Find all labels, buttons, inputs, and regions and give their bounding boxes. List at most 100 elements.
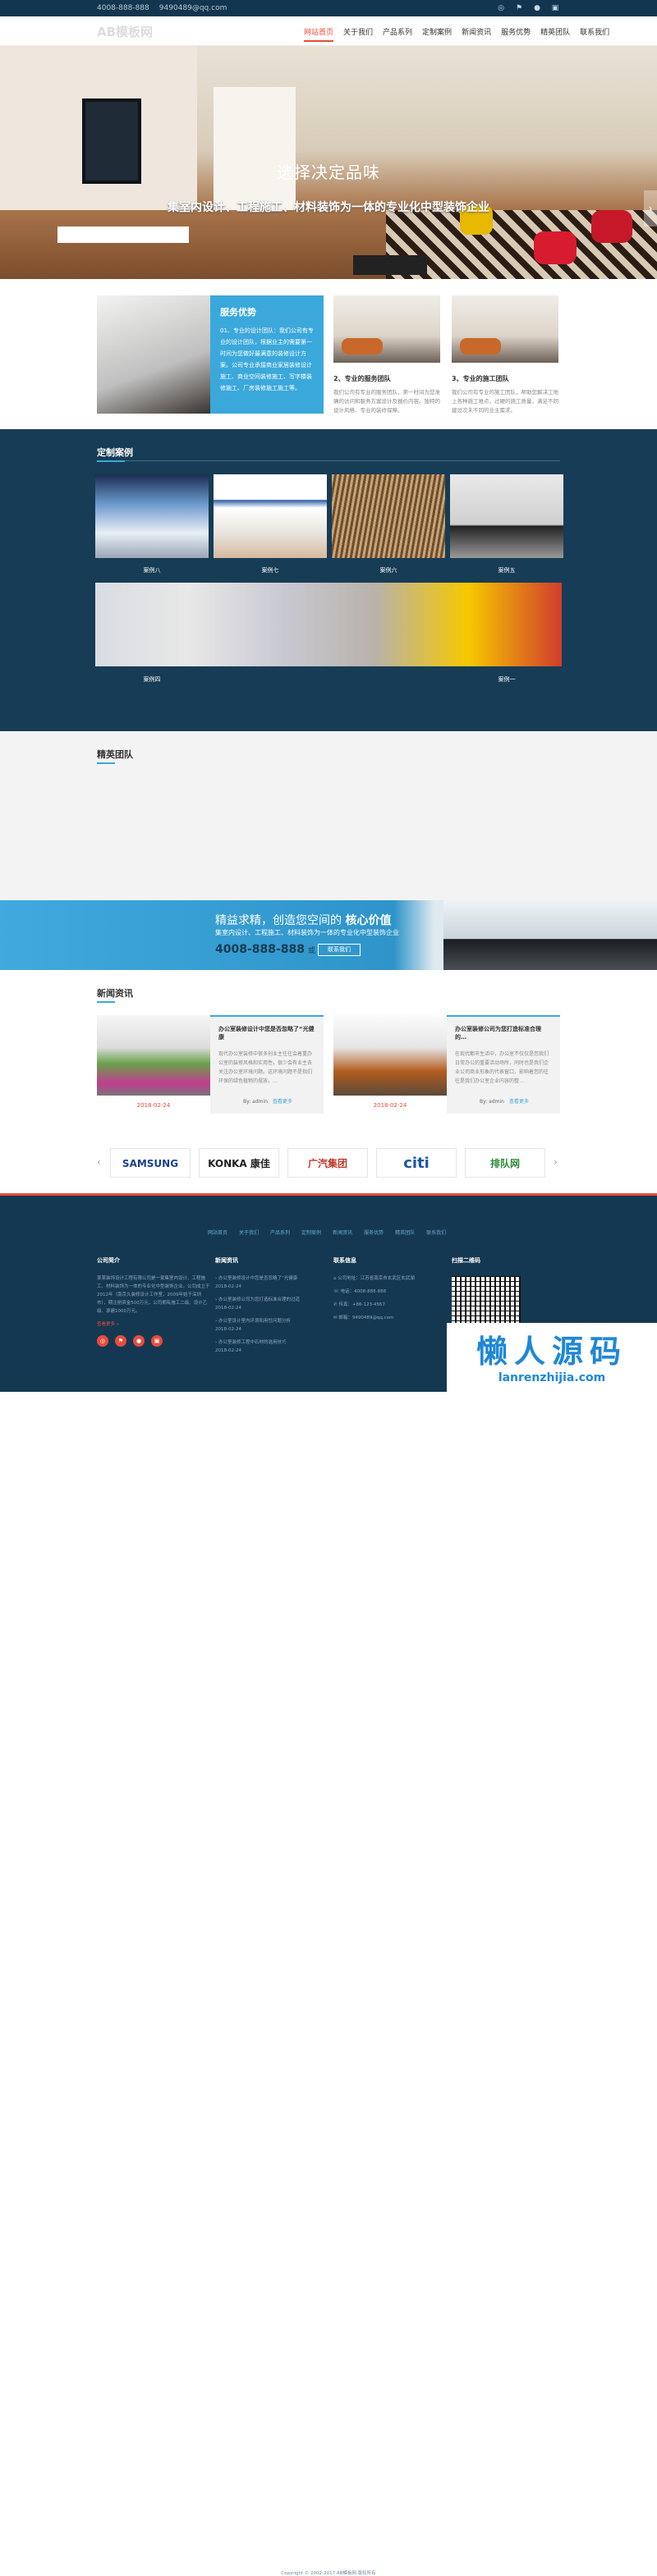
next-arrow-icon[interactable]: › [554, 1156, 558, 1168]
service-image [333, 295, 440, 363]
news-item[interactable]: 2018-02-24 办公室装修公司为您打造标准合理的… 在现代都市生活中，办公… [333, 1015, 560, 1114]
footer-link[interactable]: 定制案例 [301, 1229, 321, 1236]
service-title: 2、专业的服务团队 [333, 375, 391, 382]
service-image [452, 295, 558, 363]
cart-icon[interactable]: ▣ [151, 1335, 163, 1347]
banner-room-image [443, 900, 657, 970]
news-item[interactable]: 2018-02-24 办公室装修设计中您是否忽略了“光健康 现代办公室装修中很多… [97, 1015, 324, 1114]
footer-link[interactable]: 联系我们 [426, 1229, 446, 1236]
case-item[interactable]: 案例八 [95, 474, 209, 574]
read-more-link[interactable]: 查看更多 [273, 1099, 292, 1105]
partner-logo-gac[interactable]: 广汽集团 [287, 1148, 368, 1178]
case-image [95, 583, 562, 666]
footer-link[interactable]: 精英团队 [395, 1229, 415, 1236]
phone-text: ☏ 电话：4008-888-888 [333, 1289, 387, 1294]
nav-service[interactable]: 服务优势 [501, 26, 531, 42]
case-label: 案例六 [379, 567, 397, 574]
news-underline [97, 1001, 115, 1003]
case-label: 案例七 [261, 567, 279, 574]
search-icon[interactable]: ⌕ [549, 26, 554, 39]
contact-button[interactable]: 联系我们 [318, 944, 361, 956]
advantage-text: 01、专业的设计团队：我们公司有专业的设计团队，根据业主的需要第一时间为您做好最… [220, 327, 314, 391]
footer-link[interactable]: 产品系列 [270, 1229, 290, 1236]
footer-qr: 扫描二维码 [452, 1257, 480, 1264]
flag-icon[interactable]: ⚑ [514, 3, 524, 13]
cases-title: 定制案例 [97, 447, 133, 458]
phone-text: 4008-888-888 [97, 4, 149, 12]
hero-table [353, 255, 427, 275]
banner-line1: 精益求精，创造您空间的 核心价值 [215, 914, 392, 927]
prev-arrow-icon[interactable]: ‹ [97, 1156, 101, 1168]
news-image [97, 1015, 210, 1096]
weibo-icon[interactable]: ◎ [496, 3, 506, 13]
footer-news-item[interactable]: › 办公室设计室内环境和用性问题分析 2018-02-24 [215, 1317, 330, 1334]
hero-next-icon[interactable]: › [644, 190, 657, 226]
top-bar: 4008-888-888 9490489@qq.com ◎ ⚑ ● ▣ [0, 0, 657, 16]
case-item[interactable]: 案例六 [332, 474, 445, 574]
advantage-image [97, 295, 210, 414]
logo[interactable]: AB模板网 [97, 23, 153, 40]
footer-links: 网站首页 关于我们 产品系列 定制案例 新闻资讯 服务优势 精英团队 联系我们 [208, 1229, 446, 1236]
address-text: ⌂ 公司地址：江苏省南京市玄武区玄武湖 [333, 1276, 415, 1281]
read-more-link[interactable]: 查看更多 [509, 1099, 529, 1105]
news-meta: By: admin 查看更多 [480, 1099, 529, 1105]
footer-about: 公司简介 某某装饰设计工程有限公司是一家集室内设计、工程施工、材料装饰为一体的专… [97, 1256, 212, 1347]
case-item[interactable]: 案例七 [214, 474, 327, 574]
case-label: 案例一 [498, 676, 516, 683]
case-item[interactable]: 案例五 [450, 474, 563, 574]
nav-team[interactable]: 精英团队 [540, 26, 570, 42]
nav-about[interactable]: 关于我们 [343, 26, 373, 42]
partner-logo-citi[interactable]: citi [376, 1148, 457, 1178]
footer-link[interactable]: 关于我们 [239, 1229, 259, 1236]
about-more-link[interactable]: 查看更多 » [97, 1320, 212, 1329]
partners-carousel: ‹ SAMSUNG KONKA 康佳 广汽集团 citi 排队网 › [97, 1146, 560, 1179]
news-item-title[interactable]: 办公室装修公司为您打造标准合理的… [455, 1025, 552, 1041]
case-label: 案例八 [143, 567, 161, 574]
footer-contact: 联系信息 ⌂ 公司地址：江苏省南京市玄武区玄武湖 ☏ 电话：4008-888-8… [333, 1256, 448, 1327]
watermark: 懒人源码 lanrenzhijia.com [447, 1323, 657, 1392]
footer-news-item[interactable]: › 办公室装修公司为您打造标准合理的过道 2018-02-24 [215, 1296, 330, 1312]
main-nav: AB模板网 网站首页 关于我们 产品系列 定制案例 新闻资讯 服务优势 精英团队… [0, 16, 657, 46]
footer-link[interactable]: 网站首页 [208, 1229, 227, 1236]
footer-news-item[interactable]: › 办公室装修设计中您是否忽略了“光健康 2018-02-24 [215, 1274, 330, 1291]
case-item[interactable] [95, 583, 562, 666]
service-text: 我们公司有专业的施工团队，帮助您解决工地上各种施工难点，过硬的施工质量，满足不同… [452, 389, 558, 414]
footer-link[interactable]: 新闻资讯 [333, 1229, 352, 1236]
qq-icon[interactable]: ● [133, 1335, 145, 1347]
case-label: 案例五 [498, 567, 516, 574]
qq-icon[interactable]: ● [532, 3, 542, 13]
partner-logo-paidui[interactable]: 排队网 [465, 1148, 545, 1178]
case-image [450, 474, 563, 558]
partner-logo-samsung[interactable]: SAMSUNG [110, 1148, 191, 1178]
banner-phone: 4008-888-888 或 [215, 943, 316, 956]
advantage-box: 服务优势 01、专业的设计团队：我们公司有专业的设计团队，根据业主的需要第一时间… [210, 295, 324, 414]
nav-home[interactable]: 网站首页 [304, 26, 334, 42]
flag-icon[interactable]: ⚑ [115, 1335, 126, 1347]
fax-text: ✆ 传真：+86-123-4567 [333, 1302, 385, 1307]
nav-products[interactable]: 产品系列 [383, 26, 412, 42]
footer-news: 新闻资讯 › 办公室装修设计中您是否忽略了“光健康 2018-02-24 › 办公… [215, 1256, 330, 1360]
nav-contact[interactable]: 联系我们 [580, 26, 609, 42]
news-title: 新闻资讯 [97, 988, 133, 999]
weibo-icon[interactable]: ◎ [97, 1335, 108, 1347]
service-card[interactable]: 2、专业的服务团队 我们公司有专业的服务团队，第一时间为您准确的访问和服务方案设… [333, 295, 440, 415]
footer-news-item[interactable]: › 办公室装修工程中石材的选用技巧 2018-02-24 [215, 1338, 330, 1355]
footer-link[interactable]: 服务优势 [364, 1229, 384, 1236]
nav-news[interactable]: 新闻资讯 [462, 26, 491, 42]
cart-icon[interactable]: ▣ [550, 3, 560, 13]
news-item-text: 现代办公室装修中很多创业主往往会着重办公室的装修风格和实用性，很少会有业主去关注… [218, 1051, 313, 1084]
banner-line2: 集室内设计、工程施工、材料装饰为一体的专业化中型装饰企业 [215, 929, 399, 936]
news-item-title[interactable]: 办公室装修设计中您是否忽略了“光健康 [218, 1025, 315, 1041]
nav-cases[interactable]: 定制案例 [422, 26, 452, 42]
team-title: 精英团队 [97, 749, 133, 760]
case-image [332, 474, 445, 558]
cta-banner: 精益求精，创造您空间的 核心价值 集室内设计、工程施工、材料装饰为一体的专业化中… [0, 900, 657, 970]
email-text: ✉ 邮箱：9490489@qq.com [333, 1315, 394, 1320]
team-underline [97, 762, 115, 764]
case-label: 案例四 [143, 676, 161, 683]
partner-logo-konka[interactable]: KONKA 康佳 [199, 1148, 279, 1178]
hero-pillow [534, 231, 577, 264]
service-card[interactable]: 3、专业的施工团队 我们公司有专业的施工团队，帮助您解决工地上各种施工难点，过硬… [452, 295, 558, 415]
case-image [95, 474, 209, 558]
service-title: 3、专业的施工团队 [452, 375, 509, 382]
